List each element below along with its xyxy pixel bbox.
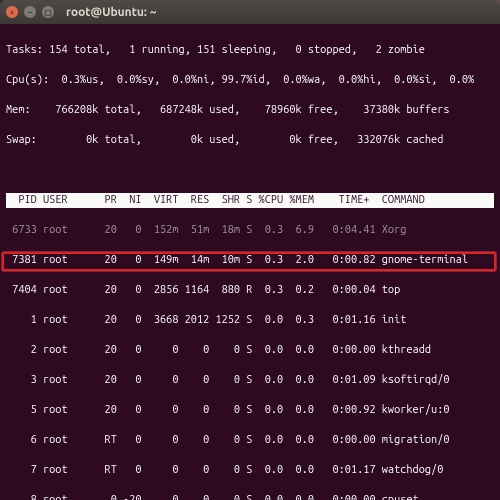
window-titlebar[interactable]: × – ▢ root@Ubuntu: ~ <box>0 0 500 24</box>
process-row: 1 root 20 0 3668 2012 1252 S 0.0 0.3 0:0… <box>6 313 494 328</box>
desktop-background: × – ▢ root@Ubuntu: ~ Tasks: 154 total, 1… <box>0 0 500 500</box>
process-row-highlighted: 7381 root 20 0 149m 14m 10m S 0.3 2.0 0:… <box>6 253 494 268</box>
window-title: root@Ubuntu: ~ <box>66 6 156 19</box>
terminal-window: × – ▢ root@Ubuntu: ~ Tasks: 154 total, 1… <box>0 0 500 500</box>
process-row: 6 root RT 0 0 0 0 S 0.0 0.0 0:00.00 migr… <box>6 433 494 448</box>
summary-mem: Mem: 766208k total, 687248k used, 78960k… <box>6 103 494 118</box>
process-row: 7 root RT 0 0 0 0 S 0.0 0.0 0:01.17 watc… <box>6 463 494 478</box>
summary-cpu: Cpu(s): 0.3%us, 0.0%sy, 0.0%ni, 99.7%id,… <box>6 73 494 88</box>
process-header: PID USER PR NI VIRT RES SHR S %CPU %MEM … <box>6 193 494 208</box>
process-row: 5 root 20 0 0 0 0 S 0.0 0.0 0:00.92 kwor… <box>6 403 494 418</box>
process-row-text: 7381 root 20 0 149m 14m 10m S 0.3 2.0 0:… <box>6 254 468 266</box>
minimize-icon[interactable]: – <box>24 6 36 18</box>
close-icon[interactable]: × <box>6 6 18 18</box>
process-row: 2 root 20 0 0 0 0 S 0.0 0.0 0:00.00 kthr… <box>6 343 494 358</box>
summary-swap: Swap: 0k total, 0k used, 0k free, 332076… <box>6 133 494 148</box>
process-row: 6733 root 20 0 152m 51m 18m S 0.3 6.9 0:… <box>6 223 494 238</box>
summary-tasks: Tasks: 154 total, 1 running, 151 sleepin… <box>6 43 494 58</box>
maximize-icon[interactable]: ▢ <box>42 6 54 18</box>
terminal-body[interactable]: Tasks: 154 total, 1 running, 151 sleepin… <box>0 24 500 500</box>
process-row: 3 root 20 0 0 0 0 S 0.0 0.0 0:01.09 ksof… <box>6 373 494 388</box>
process-row: 8 root 0 -20 0 0 0 S 0.0 0.0 0:00.00 cpu… <box>6 493 494 500</box>
process-row: 7404 root 20 0 2856 1164 880 R 0.3 0.2 0… <box>6 283 494 298</box>
blank-line <box>6 163 494 178</box>
